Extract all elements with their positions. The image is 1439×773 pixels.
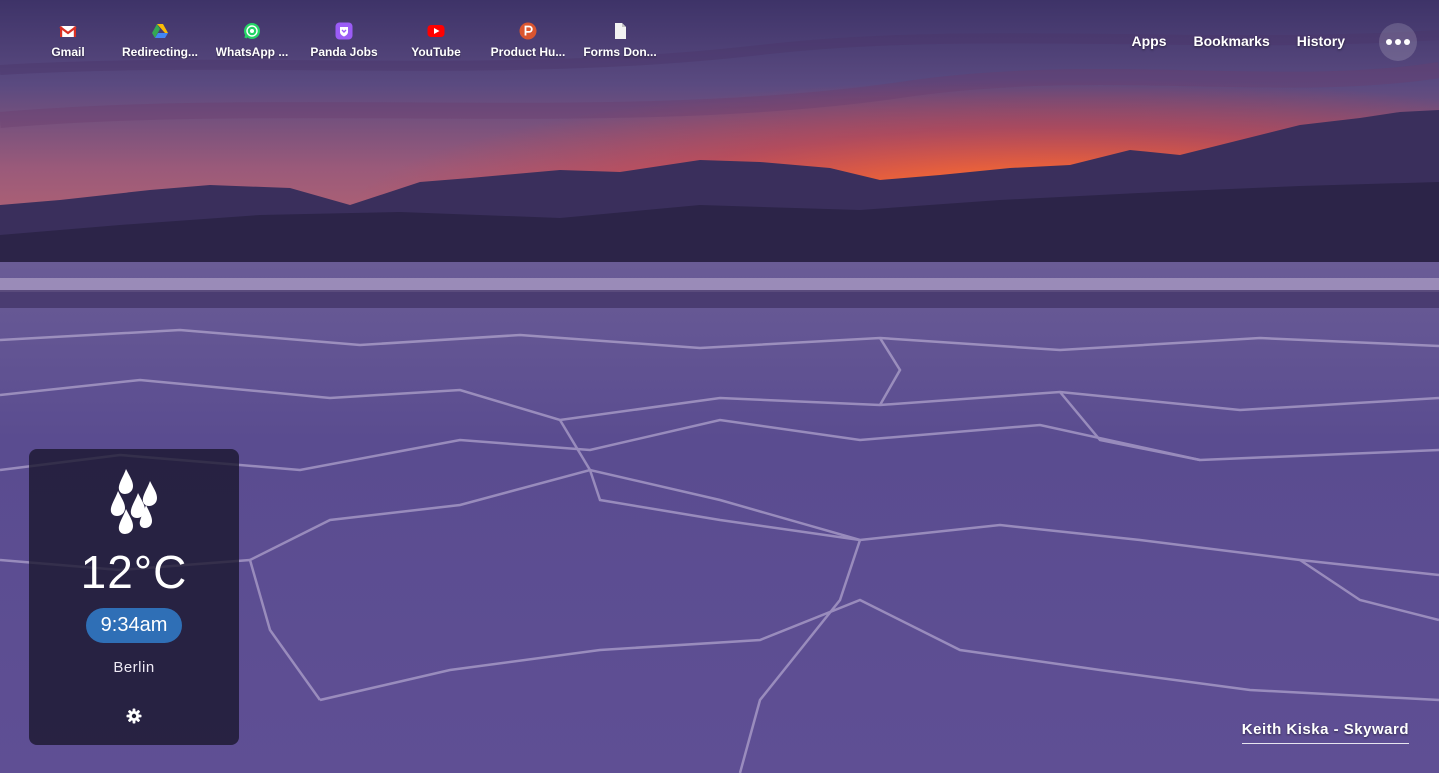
shortcut-gmail[interactable]: Gmail (22, 22, 114, 59)
shortcut-google-drive[interactable]: Redirecting... (114, 22, 206, 59)
bookmarks-link[interactable]: Bookmarks (1194, 33, 1270, 49)
gear-icon[interactable] (126, 708, 142, 724)
shortcut-label: Panda Jobs (310, 45, 378, 59)
document-icon (615, 23, 626, 39)
photo-credit-link[interactable]: Keith Kiska - Skyward (1241, 721, 1409, 744)
city-name: Berlin (113, 659, 155, 676)
top-nav: Apps Bookmarks History (1132, 33, 1346, 49)
shortcut-label: Gmail (51, 45, 85, 59)
time-badge: 9:34am (85, 608, 183, 643)
google-drive-icon (152, 24, 168, 38)
panda-icon (335, 22, 353, 40)
weather-widget: 12°C 9:34am Berlin (29, 449, 239, 745)
apps-link[interactable]: Apps (1132, 33, 1167, 49)
more-menu-button[interactable] (1379, 23, 1417, 61)
more-dots-icon (1404, 39, 1410, 45)
more-dots-icon (1386, 39, 1392, 45)
shortcut-product-hunt[interactable]: Product Hu... (482, 22, 574, 59)
youtube-icon (427, 25, 445, 37)
shortcut-label: YouTube (411, 45, 461, 59)
rain-icon (110, 469, 157, 534)
shortcut-label: Product Hu... (490, 45, 566, 59)
product-hunt-icon (519, 22, 537, 40)
shortcut-panda-jobs[interactable]: Panda Jobs (298, 22, 390, 59)
shortcut-youtube[interactable]: YouTube (390, 22, 482, 59)
shortcut-label: WhatsApp ... (215, 45, 289, 59)
temperature: 12°C (80, 546, 188, 598)
shortcut-label: Redirecting... (121, 45, 198, 59)
shortcuts-bar: Gmail Redirecting... WhatsApp ... Panda … (22, 22, 666, 59)
shortcut-forms[interactable]: Forms Don... (574, 22, 666, 59)
gmail-icon (59, 26, 77, 37)
shortcut-label: Forms Don... (583, 45, 657, 59)
more-dots-icon (1395, 39, 1401, 45)
whatsapp-icon (244, 23, 260, 39)
shortcut-whatsapp[interactable]: WhatsApp ... (206, 22, 298, 59)
history-link[interactable]: History (1297, 33, 1345, 49)
